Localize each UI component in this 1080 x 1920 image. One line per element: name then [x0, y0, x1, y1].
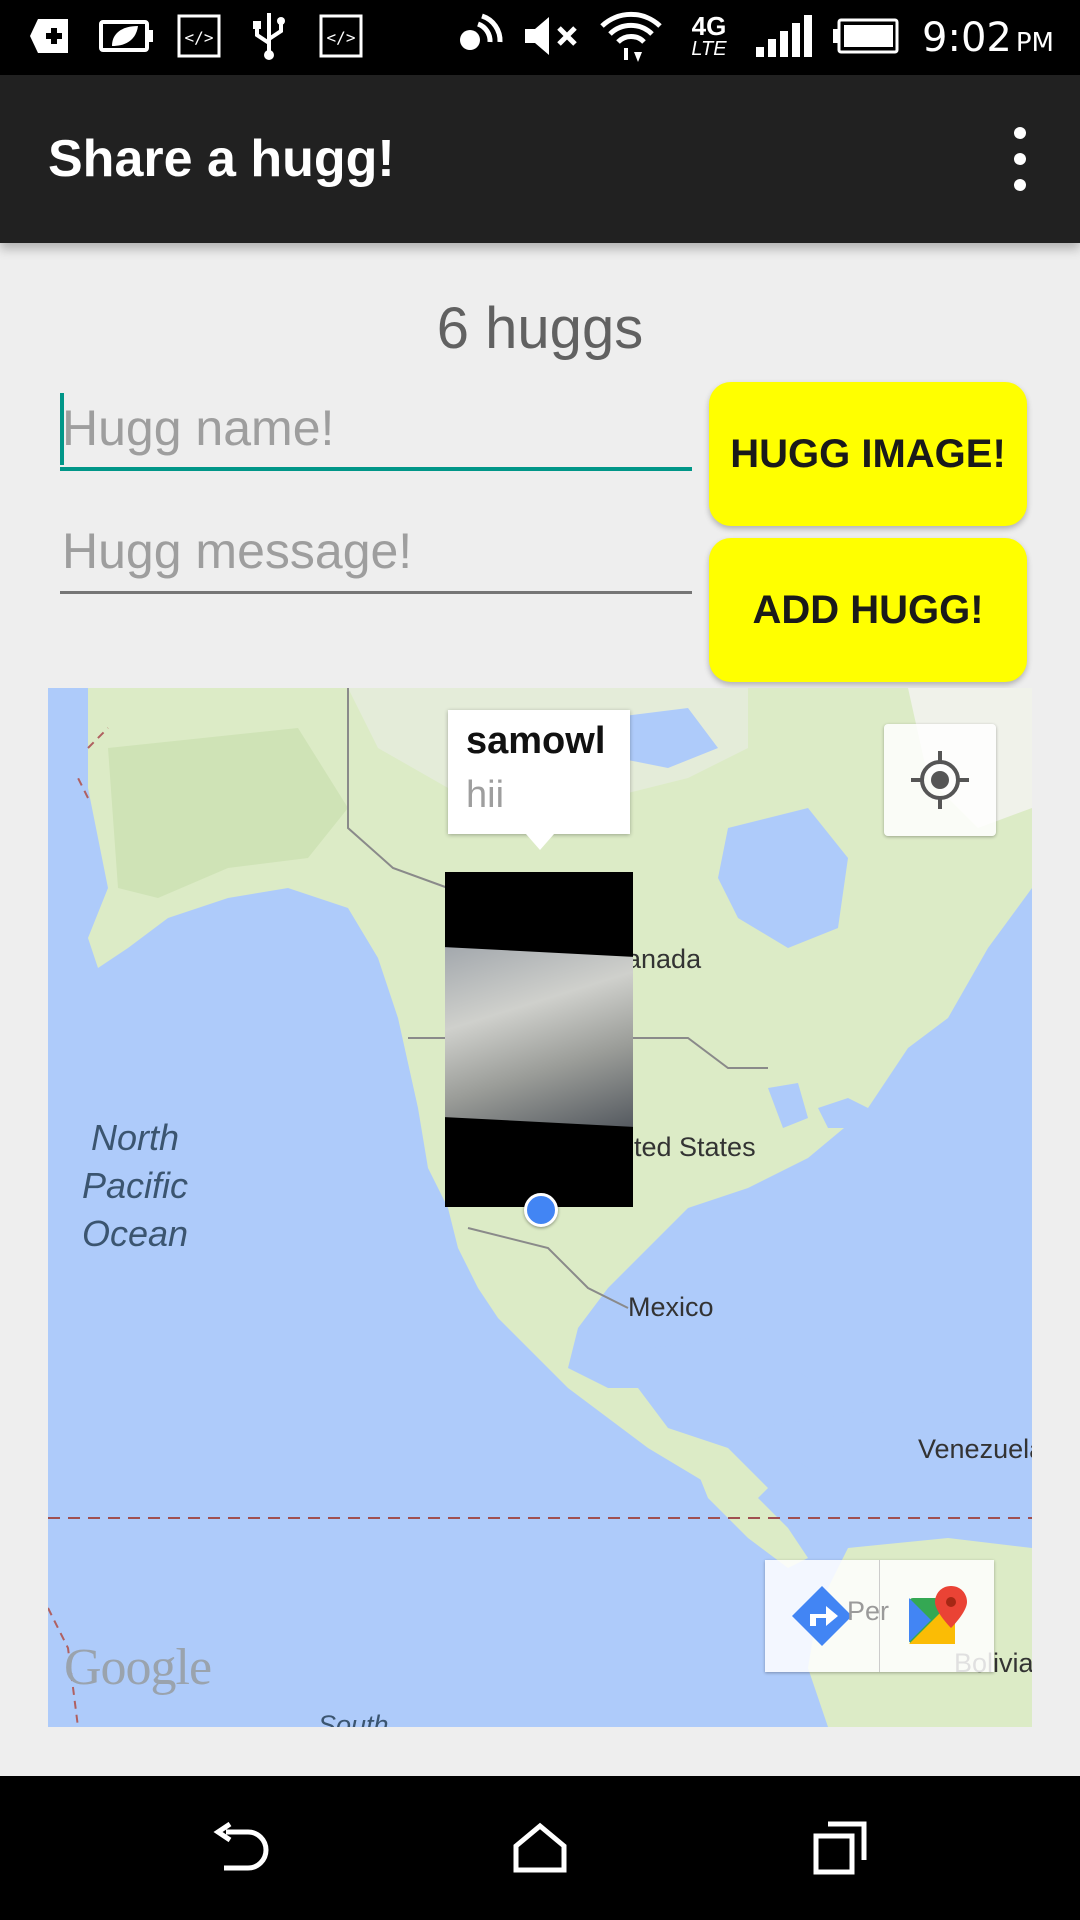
- map-toolbar: Per: [765, 1560, 994, 1672]
- home-button[interactable]: [490, 1798, 590, 1898]
- overflow-menu-icon[interactable]: [990, 127, 1050, 191]
- plus-box-icon: [26, 10, 78, 62]
- recents-button[interactable]: [790, 1798, 890, 1898]
- marker-info-window[interactable]: samowl hii: [448, 710, 630, 850]
- map-label-canada: anada: [626, 944, 702, 974]
- svg-text:</>: </>: [185, 28, 214, 47]
- app-title: Share a hugg!: [48, 130, 395, 188]
- recents-icon: [813, 1821, 867, 1875]
- mute-icon: [520, 10, 582, 62]
- directions-icon: [792, 1586, 852, 1646]
- crosshair-icon: [911, 751, 969, 809]
- hugg-image-button[interactable]: HUGG IMAGE!: [709, 382, 1027, 526]
- status-bar: </> </> 4G LTE 9:02 PM: [0, 0, 1080, 75]
- usb-icon: [246, 10, 292, 62]
- my-location-button[interactable]: [884, 724, 996, 836]
- hugg-count: 6 huggs: [436, 296, 644, 361]
- input-underline: [60, 467, 692, 471]
- location-marker[interactable]: [524, 1193, 558, 1227]
- google-maps-icon: [909, 1586, 967, 1644]
- ocean-line-2: Pacific: [81, 1165, 189, 1206]
- map-label-united-states: ited States: [628, 1132, 756, 1162]
- ocean-line-3: Ocean: [81, 1213, 189, 1254]
- map-label-mexico: Mexico: [628, 1292, 714, 1322]
- home-icon: [513, 1822, 567, 1873]
- network-type: 4G: [691, 11, 727, 41]
- status-time: 9:02 PM: [922, 10, 1054, 66]
- input-underline: [60, 591, 692, 594]
- back-button[interactable]: [190, 1798, 290, 1898]
- google-logo: Google: [64, 1639, 212, 1696]
- network-subtype: LTE: [691, 38, 727, 60]
- hugg-name-input[interactable]: Hugg name!: [60, 385, 692, 471]
- battery-icon: [830, 10, 902, 62]
- time-value: 9:02: [922, 15, 1012, 61]
- hugg-message-input[interactable]: Hugg message!: [60, 508, 692, 594]
- wifi-icon: [598, 10, 664, 62]
- hugg-name-placeholder: Hugg name!: [62, 400, 335, 456]
- lte-icon: 4G LTE: [680, 10, 738, 62]
- nfc-icon: [452, 10, 504, 62]
- navigation-bar: [0, 1776, 1080, 1920]
- add-hugg-button[interactable]: ADD HUGG!: [709, 538, 1027, 682]
- photo-content: [445, 947, 633, 1127]
- open-maps-button[interactable]: [880, 1560, 994, 1672]
- app-bar: Share a hugg!: [0, 75, 1080, 243]
- info-window-snippet: hii: [466, 774, 505, 816]
- svg-text:</>: </>: [327, 28, 356, 47]
- back-icon: [213, 1822, 269, 1871]
- signal-icon: [752, 10, 816, 62]
- hugg-message-placeholder: Hugg message!: [62, 523, 413, 579]
- ocean-line-1: North: [90, 1117, 180, 1158]
- hugg-photo[interactable]: [445, 872, 633, 1207]
- info-window-title: samowl: [466, 720, 606, 762]
- code-box-icon: </>: [176, 10, 222, 62]
- time-ampm: PM: [1015, 28, 1054, 58]
- map-view[interactable]: anada ited States Mexico Venezuela Boliv…: [48, 688, 1032, 1727]
- map-label-south: South: [318, 1710, 389, 1727]
- battery-saver-icon: [96, 10, 158, 62]
- code-box-icon: </>: [318, 10, 364, 62]
- map-label-ocean: North Pacific Ocean: [60, 1114, 210, 1258]
- map-label-venezuela: Venezuela: [918, 1434, 1032, 1464]
- info-window-tail: [526, 834, 554, 850]
